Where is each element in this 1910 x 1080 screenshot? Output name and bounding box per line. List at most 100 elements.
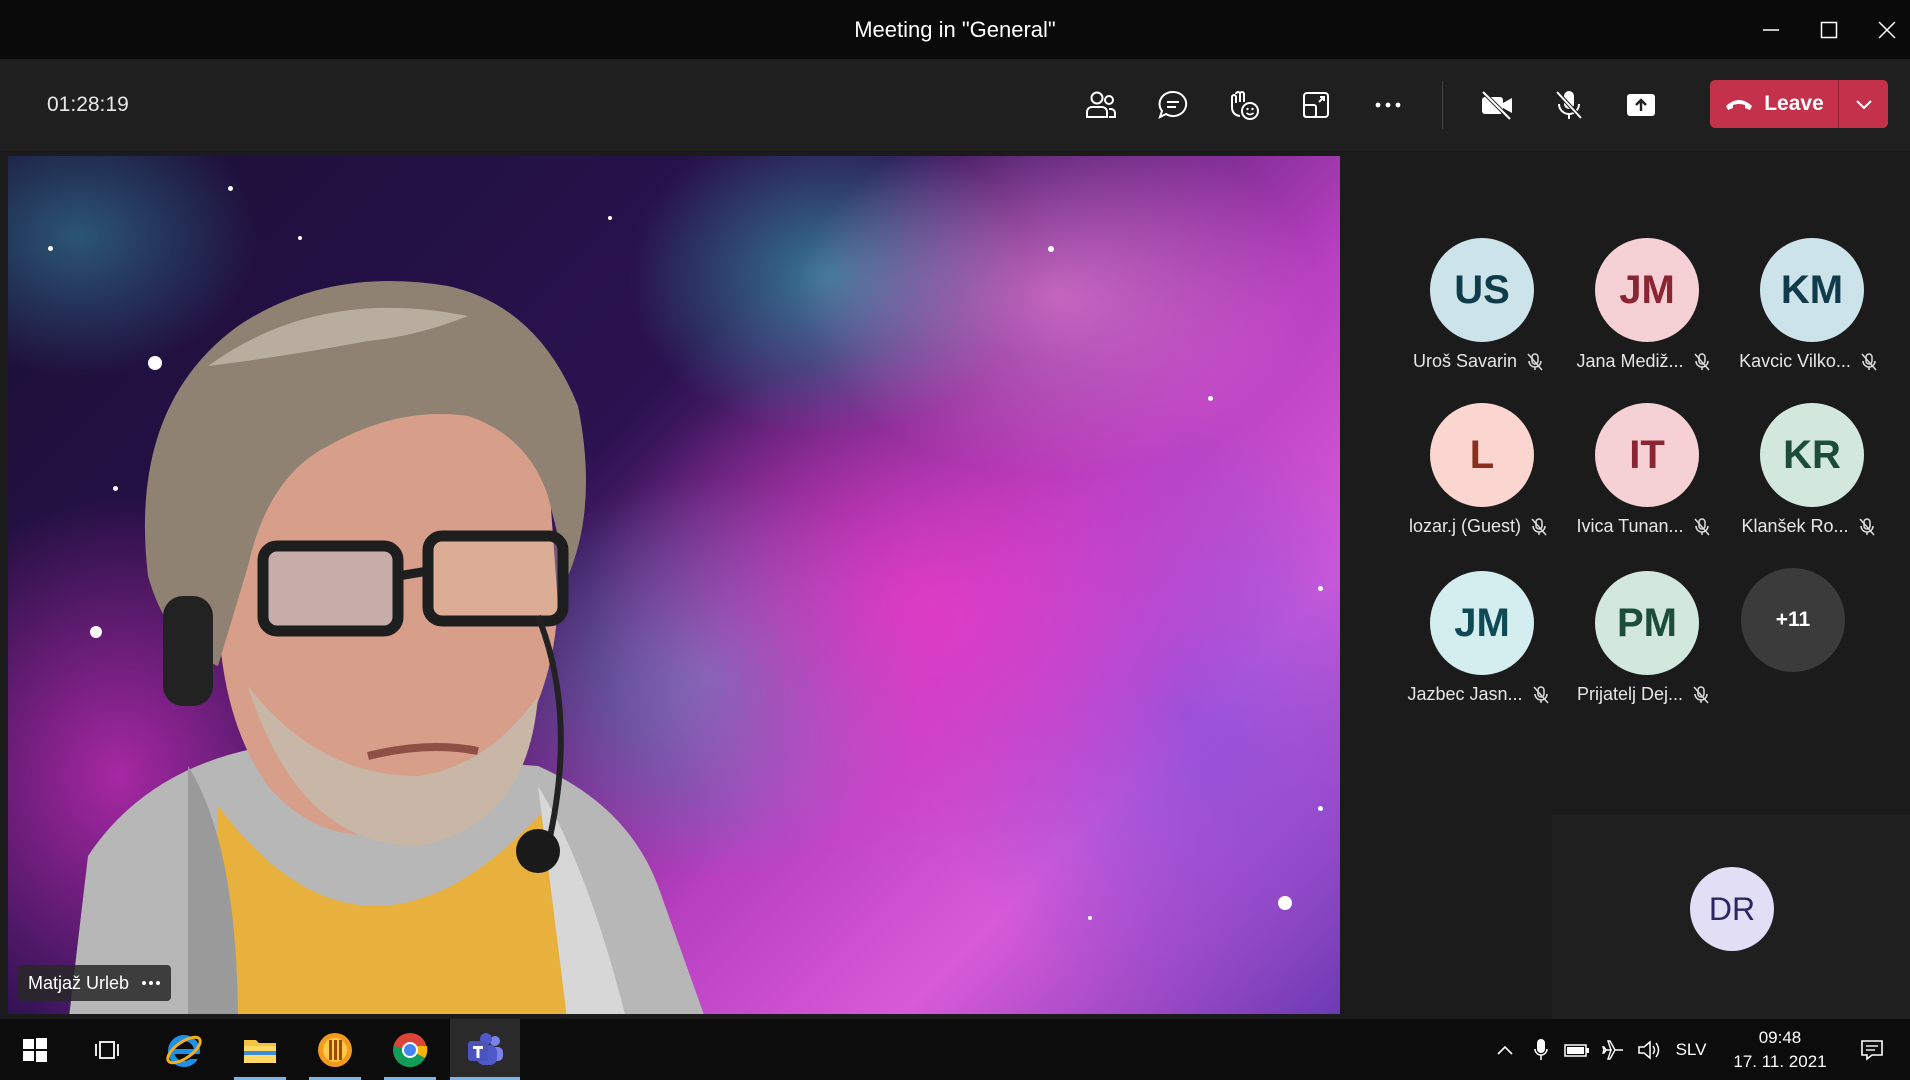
mic-muted-icon [1693, 517, 1710, 535]
participant-tile[interactable]: IT Ivica Tunan... [1558, 403, 1723, 553]
chat-button[interactable] [1150, 82, 1196, 128]
react-icon [1231, 91, 1259, 120]
start-button[interactable] [5, 1019, 65, 1080]
participant-name-row: Kavcic Vilko... [1723, 351, 1893, 372]
people-icon [1086, 91, 1116, 118]
participant-tile[interactable]: US Uroš Savarin [1393, 238, 1558, 388]
star [1088, 916, 1092, 920]
camera-toggle-button[interactable] [1474, 82, 1520, 128]
volume-tray[interactable] [1634, 1019, 1664, 1080]
chrome-icon [393, 1032, 428, 1067]
speaker-video[interactable]: Matjaž Urleb [8, 156, 1340, 1014]
microphone-tray[interactable] [1526, 1019, 1556, 1080]
participant-avatar: IT [1595, 403, 1699, 507]
star [298, 236, 302, 240]
rooms-icon [1303, 92, 1329, 118]
show-hidden-icons-button[interactable] [1490, 1019, 1520, 1080]
windows-taskbar: SLV 09:48 17. 11. 2021 [0, 1019, 1910, 1080]
orange-app-icon [318, 1032, 352, 1067]
file-explorer-button[interactable] [230, 1019, 290, 1080]
maximize-icon [1820, 21, 1838, 38]
self-view[interactable]: DR [1552, 815, 1910, 1019]
title-bar: Meeting in "General" [0, 0, 1910, 59]
participant-avatar: KR [1760, 403, 1864, 507]
participant-name-row: Uroš Savarin [1393, 351, 1563, 372]
mic-muted-icon [1858, 517, 1875, 535]
participant-name: Uroš Savarin [1412, 351, 1518, 371]
participant-avatar: PM [1595, 571, 1699, 675]
close-icon [1878, 20, 1896, 39]
breakout-rooms-button[interactable] [1293, 82, 1339, 128]
microphone-icon [1534, 1038, 1548, 1060]
airplane-icon [1602, 1039, 1623, 1060]
mic-toggle-button[interactable] [1546, 82, 1592, 128]
star [48, 246, 53, 251]
battery-tray[interactable] [1562, 1019, 1592, 1080]
maximize-button[interactable] [1806, 0, 1852, 59]
participant-name: Klanšek Ro... [1741, 516, 1849, 536]
input-language[interactable]: SLV [1672, 1019, 1710, 1080]
windows-logo-icon [23, 1037, 47, 1062]
participant-tile[interactable]: KR Klanšek Ro... [1723, 403, 1888, 553]
close-button[interactable] [1864, 0, 1910, 59]
speaker-person [69, 281, 704, 1014]
mic-off-icon [1555, 90, 1583, 120]
participant-tile[interactable]: JM Jazbec Jasn... [1393, 571, 1558, 721]
participant-name-row: Prijatelj Dej... [1558, 684, 1728, 705]
participant-name-row: Jazbec Jasn... [1393, 684, 1563, 705]
participant-avatar: KM [1760, 238, 1864, 342]
chrome-button[interactable] [380, 1019, 440, 1080]
more-participants-button[interactable]: +11 [1741, 568, 1845, 672]
participant-name: Jana Mediž... [1576, 351, 1684, 371]
mic-muted-icon [1861, 352, 1877, 370]
share-icon [1627, 94, 1655, 116]
mic-muted-icon [1693, 685, 1709, 703]
action-center-button[interactable] [1852, 1019, 1892, 1080]
participant-tile[interactable]: KM Kavcic Vilko... [1723, 238, 1888, 388]
airplane-mode-tray[interactable] [1598, 1019, 1628, 1080]
leave-options-button[interactable] [1839, 80, 1888, 128]
more-icon [1375, 102, 1401, 108]
folder-icon [244, 1039, 276, 1063]
participant-tile[interactable]: L lozar.j (Guest) [1393, 403, 1558, 553]
taskbar-clock[interactable]: 09:48 17. 11. 2021 [1720, 1019, 1840, 1080]
chat-icon [1158, 90, 1188, 119]
star [1208, 396, 1213, 401]
mic-muted-icon [1527, 352, 1543, 370]
leave-button[interactable]: Leave [1710, 80, 1838, 128]
meeting-toolbar: 01:28:19 Leave [0, 59, 1910, 151]
participant-name: Ivica Tunan... [1576, 516, 1684, 536]
chevron-up-icon [1497, 1045, 1513, 1055]
participant-tile[interactable]: PM Prijatelj Dej... [1558, 571, 1723, 721]
notifications-icon [1861, 1039, 1883, 1061]
internet-explorer-button[interactable] [154, 1019, 214, 1080]
teams-meeting-window: Meeting in "General" 01:28:19 Leave Matj… [0, 0, 1910, 1080]
more-icon[interactable] [141, 980, 161, 986]
meeting-timer: 01:28:19 [47, 93, 129, 116]
battery-icon [1564, 1043, 1589, 1057]
task-view-icon [95, 1040, 119, 1059]
participant-tile[interactable]: JM Jana Mediž... [1558, 238, 1723, 388]
star [1278, 896, 1292, 910]
speaker-icon [1638, 1039, 1660, 1060]
toolbar-divider [1442, 81, 1443, 129]
teams-button[interactable] [450, 1019, 520, 1080]
task-view-button[interactable] [78, 1019, 138, 1080]
share-screen-button[interactable] [1618, 82, 1664, 128]
window-title: Meeting in "General" [854, 17, 1056, 42]
participant-name: lozar.j (Guest) [1408, 516, 1522, 536]
app-button[interactable] [305, 1019, 365, 1080]
speaker-name: Matjaž Urleb [28, 972, 130, 993]
participants-button[interactable] [1078, 82, 1124, 128]
chevron-down-icon [1855, 100, 1872, 110]
participant-name: Jazbec Jasn... [1407, 684, 1523, 704]
teams-icon [468, 1032, 503, 1065]
reactions-button[interactable] [1221, 82, 1267, 128]
participant-name: Prijatelj Dej... [1576, 684, 1684, 704]
participant-name-row: Ivica Tunan... [1558, 516, 1728, 537]
minimize-button[interactable] [1748, 0, 1794, 59]
clock-time: 09:48 [1758, 1027, 1802, 1047]
more-actions-button[interactable] [1365, 82, 1411, 128]
internet-explorer-icon [166, 1034, 202, 1067]
minimize-icon [1763, 28, 1779, 31]
